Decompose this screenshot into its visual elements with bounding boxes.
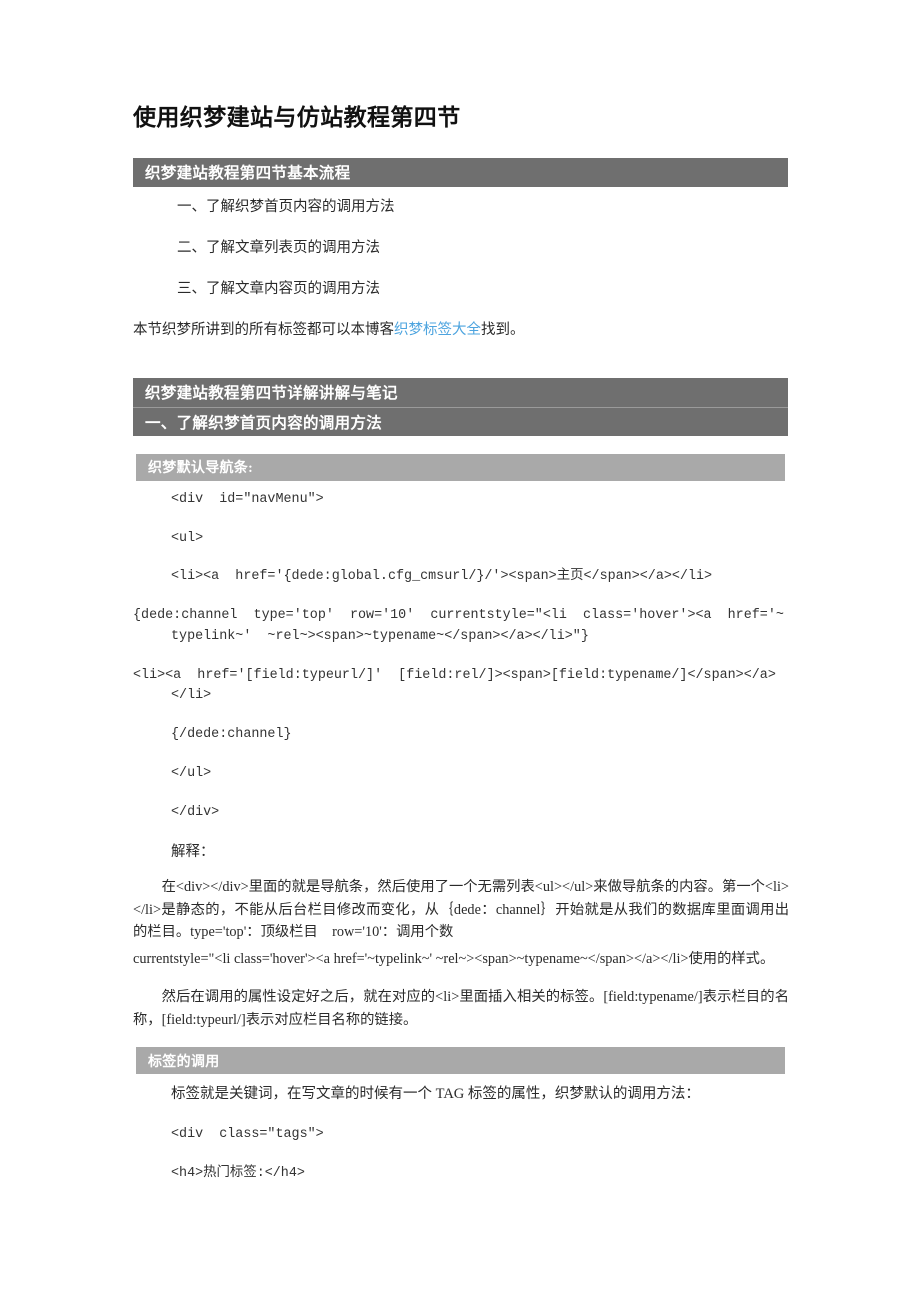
list-item: 三、了解文章内容页的调用方法 — [177, 281, 380, 298]
document-content-column: 使用织梦建站与仿站教程第四节 织梦建站教程第四节基本流程 一、了解织梦首页内容的… — [133, 0, 789, 1193]
overview-note-suffix: 找到。 — [481, 322, 525, 339]
subsection-heading-navbar: 织梦默认导航条: — [136, 453, 785, 481]
subsection-heading-tags: 标签的调用 — [136, 1047, 785, 1075]
code-line: {/dede:channel} — [171, 727, 292, 743]
code-line: <div id="navMenu"> — [171, 491, 324, 507]
section-heading-overview-label: 织梦建站教程第四节基本流程 — [145, 165, 351, 183]
code-line: <div class="tags"> — [171, 1126, 324, 1142]
subsection-heading-tags-label: 标签的调用 — [148, 1054, 220, 1070]
list-item: 二、了解文章列表页的调用方法 — [177, 239, 380, 256]
code-line: </ul> — [171, 765, 212, 781]
explanation-paragraph-3: 然后在调用的属性设定好之后，就在对应的<li>里面插入相关的标签。[field:… — [133, 989, 789, 1028]
explanation-paragraph-2: currentstyle="<li class='hover'><a href=… — [133, 950, 775, 967]
code-line: <h4>热门标签:</h4> — [171, 1165, 305, 1181]
page-title: 使用织梦建站与仿站教程第四节 — [133, 105, 461, 130]
document-page: 使用织梦建站与仿站教程第四节 织梦建站教程第四节基本流程 一、了解织梦首页内容的… — [0, 0, 920, 1302]
section-heading-detail-sub: 一、了解织梦首页内容的调用方法 — [133, 406, 788, 436]
overview-note: 本节织梦所讲到的所有标签都可以本博客织梦标签大全找到。 — [133, 310, 789, 351]
explanation-paragraph-1: 在<div></div>里面的就是导航条，然后使用了一个无需列表<ul></ul… — [133, 878, 789, 941]
explanation-label: 解释： — [171, 844, 215, 861]
code-line: <ul> — [171, 530, 204, 546]
code-line: <li><a href='[field:typeurl/]' [field:re… — [133, 667, 776, 704]
code-line: <li><a href='{dede:global.cfg_cmsurl/}/'… — [171, 569, 713, 585]
code-line: </div> — [171, 804, 220, 820]
list-item: 一、了解织梦首页内容的调用方法 — [177, 198, 395, 215]
code-line: {dede:channel type='top' row='10' curren… — [133, 608, 784, 644]
section-heading-detail-sub-label: 一、了解织梦首页内容的调用方法 — [145, 414, 383, 432]
dede-tag-library-link[interactable]: 织梦标签大全 — [394, 322, 481, 338]
subsection-heading-navbar-label: 织梦默认导航条: — [148, 461, 254, 477]
section-heading-detail-label: 织梦建站教程第四节详解讲解与笔记 — [145, 385, 398, 403]
section-heading-overview: 织梦建站教程第四节基本流程 — [133, 157, 788, 187]
tags-intro-paragraph: 标签就是关键词，在写文章的时候有一个 TAG 标签的属性，织梦默认的调用方法： — [171, 1086, 700, 1103]
section-heading-detail: 织梦建站教程第四节详解讲解与笔记 — [133, 377, 788, 407]
overview-note-prefix: 本节织梦所讲到的所有标签都可以本博客 — [133, 322, 394, 339]
